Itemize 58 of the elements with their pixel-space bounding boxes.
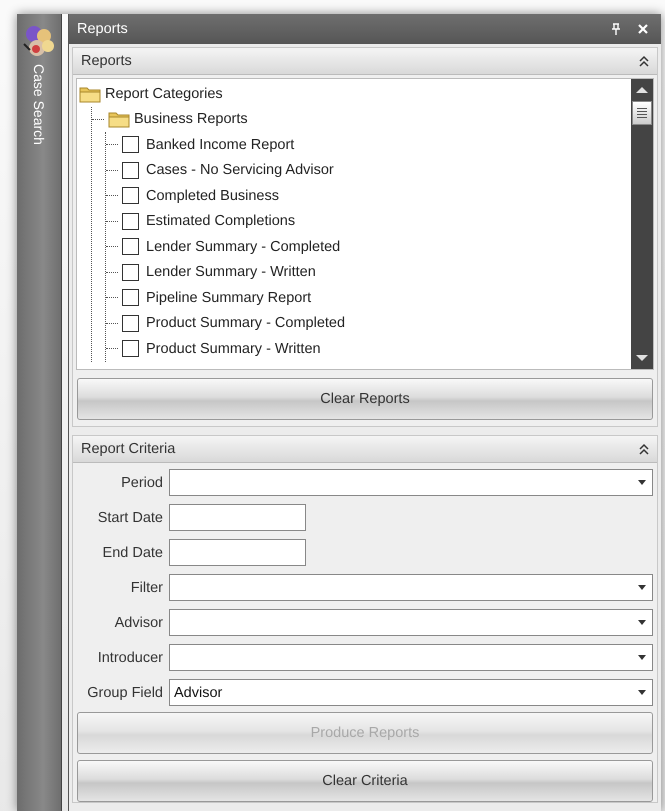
tree-item[interactable]: Completed Business xyxy=(146,188,279,204)
scroll-thumb[interactable] xyxy=(632,101,652,125)
checkbox[interactable] xyxy=(122,136,139,154)
checkbox[interactable] xyxy=(122,238,139,256)
sidebar-label: Case Search xyxy=(31,64,47,145)
field-label: Introducer xyxy=(96,650,163,666)
checkbox[interactable] xyxy=(122,314,139,332)
checkbox[interactable] xyxy=(122,289,139,306)
date-field[interactable] xyxy=(169,539,306,566)
group-title: Report Criteria xyxy=(81,441,176,457)
tree-item[interactable]: Product Summary - Completed xyxy=(146,315,346,332)
field-label: Start Date xyxy=(96,510,163,526)
collapse-icon[interactable] xyxy=(639,443,649,455)
dropdown-field[interactable] xyxy=(169,574,653,601)
tree-item[interactable]: Lender Summary - Completed xyxy=(146,238,340,255)
dropdown-arrow-icon[interactable] xyxy=(638,585,646,590)
checkbox[interactable] xyxy=(122,212,139,230)
pin-icon[interactable] xyxy=(611,23,621,35)
close-icon[interactable] xyxy=(637,23,649,35)
field-label: Period xyxy=(120,474,163,490)
field-label: Group Field xyxy=(86,684,163,700)
tree-item[interactable]: Cases - No Servicing Advisor xyxy=(146,162,334,178)
scrollbar[interactable] xyxy=(631,79,653,369)
sidebar-tab[interactable]: Case Search xyxy=(17,14,61,145)
collapse-icon[interactable] xyxy=(639,55,649,67)
clear-reports-button[interactable]: Clear Reports xyxy=(77,378,653,420)
dropdown-arrow-icon[interactable] xyxy=(638,690,646,695)
folder-icon xyxy=(108,110,130,128)
checkbox[interactable] xyxy=(122,162,139,179)
action-button[interactable]: Clear Criteria xyxy=(77,760,653,802)
dropdown-field[interactable] xyxy=(169,469,653,496)
group-title: Reports xyxy=(81,53,132,69)
checkbox[interactable] xyxy=(122,340,139,358)
scroll-up-icon[interactable] xyxy=(635,85,649,95)
dropdown-field[interactable]: Advisor xyxy=(169,679,653,706)
tree-item[interactable]: Report Categories xyxy=(79,81,631,106)
field-label: Filter xyxy=(130,580,163,596)
window-title: Reports xyxy=(77,21,129,37)
dropdown-arrow-icon[interactable] xyxy=(638,620,646,625)
field-label: Advisor xyxy=(114,614,163,630)
scroll-down-icon[interactable] xyxy=(635,353,649,363)
tree-item[interactable]: Banked Income Report xyxy=(146,136,294,153)
dropdown-arrow-icon[interactable] xyxy=(638,480,646,485)
tree-item[interactable]: Pipeline Summary Report xyxy=(146,290,312,306)
field-label: End Date xyxy=(102,544,163,560)
tree-item[interactable]: Product Summary - Written xyxy=(146,340,321,357)
tree-item[interactable]: Lender Summary - Written xyxy=(146,264,316,280)
dropdown-field[interactable] xyxy=(169,609,653,636)
tree-item[interactable]: Estimated Completions xyxy=(146,213,296,230)
date-field[interactable] xyxy=(169,504,306,531)
group-header[interactable]: Report Criteria xyxy=(73,436,657,463)
folder-icon xyxy=(79,84,101,103)
dropdown-field[interactable] xyxy=(169,644,653,671)
checkbox[interactable] xyxy=(122,264,139,281)
group-header[interactable]: Reports xyxy=(73,48,657,75)
tree-item[interactable]: Business Reports xyxy=(108,110,248,128)
checkbox[interactable] xyxy=(122,187,139,204)
dropdown-arrow-icon[interactable] xyxy=(638,655,646,660)
